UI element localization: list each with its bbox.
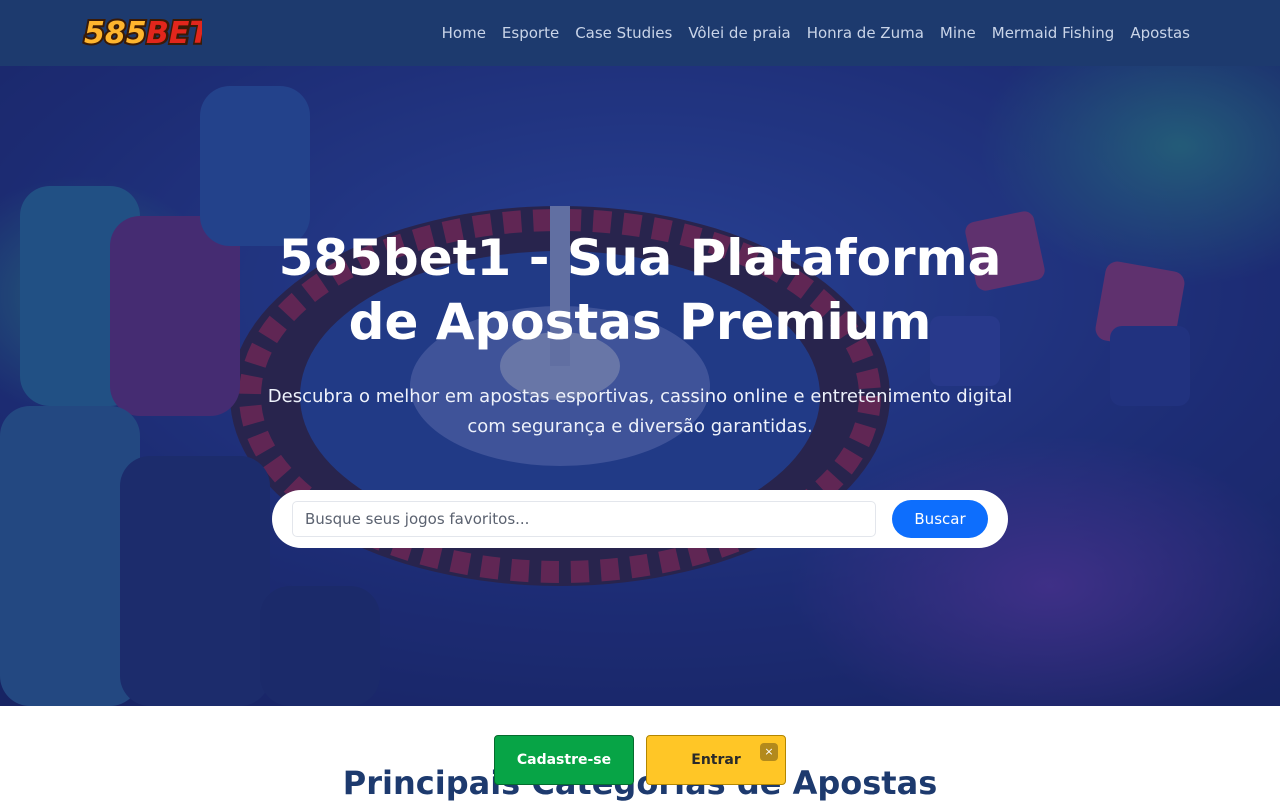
search-bar: Buscar bbox=[272, 490, 1008, 548]
logo-icon: 585BET1 585 BET1 bbox=[82, 14, 202, 53]
nav-item-volei-de-praia[interactable]: Vôlei de praia bbox=[688, 24, 790, 42]
nav-item-honra-de-zuma[interactable]: Honra de Zuma bbox=[807, 24, 924, 42]
main-nav: Home Esporte Case Studies Vôlei de praia… bbox=[442, 0, 1190, 66]
nav-item-mermaid-fishing[interactable]: Mermaid Fishing bbox=[992, 24, 1115, 42]
register-button[interactable]: Cadastre-se bbox=[494, 735, 634, 785]
nav-item-apostas[interactable]: Apostas bbox=[1130, 24, 1190, 42]
search-button[interactable]: Buscar bbox=[892, 500, 988, 538]
nav-item-case-studies[interactable]: Case Studies bbox=[575, 24, 672, 42]
site-logo[interactable]: 585BET1 585 BET1 bbox=[82, 11, 202, 53]
nav-item-home[interactable]: Home bbox=[442, 24, 486, 42]
search-input[interactable] bbox=[292, 501, 876, 537]
site-header: 585BET1 585 BET1 Home Esporte Case Studi… bbox=[0, 0, 1280, 66]
floating-auth-bar: Cadastre-se Entrar × bbox=[494, 735, 786, 785]
close-icon[interactable]: × bbox=[760, 743, 778, 761]
svg-text:585: 585 bbox=[84, 16, 147, 51]
hero-title: 585bet1 - Sua Plataforma de Apostas Prem… bbox=[278, 229, 1002, 351]
nav-item-mine[interactable]: Mine bbox=[940, 24, 976, 42]
hero-subtitle: Descubra o melhor em apostas esportivas,… bbox=[267, 386, 1013, 437]
svg-text:BET1: BET1 bbox=[146, 16, 202, 51]
hero-section: 585bet1 - Sua Plataforma de Apostas Prem… bbox=[0, 66, 1280, 706]
nav-item-esporte[interactable]: Esporte bbox=[502, 24, 559, 42]
